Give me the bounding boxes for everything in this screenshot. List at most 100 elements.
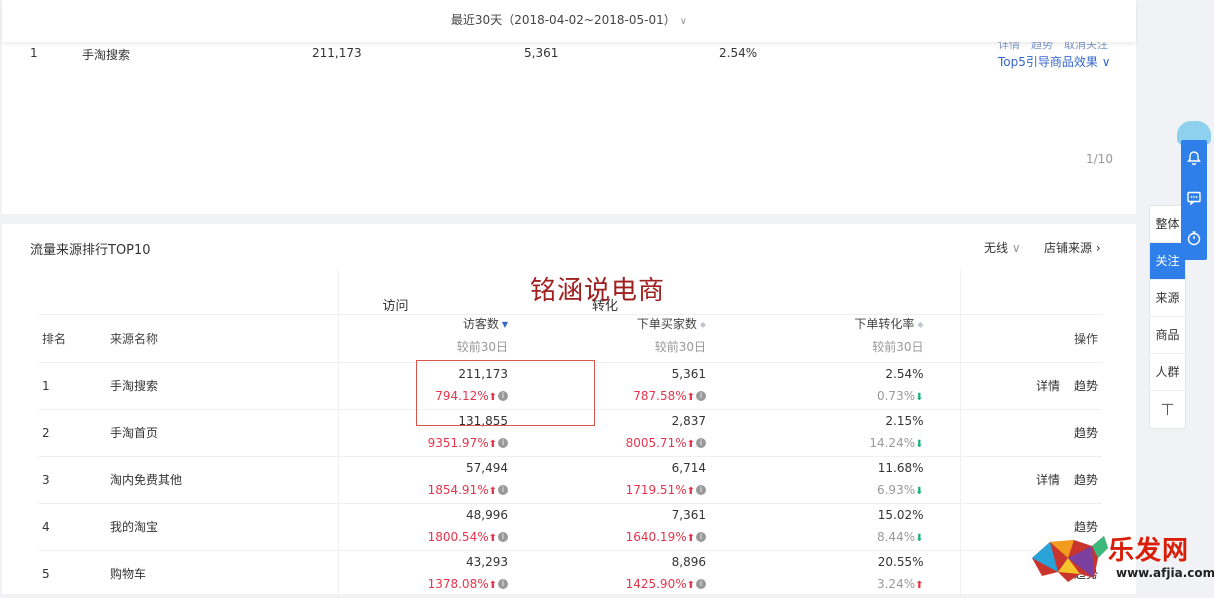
col-header-visitors[interactable]: 访客数 ▼ 较前30日 (337, 314, 544, 363)
trend-link[interactable]: 趋势 (1074, 426, 1098, 440)
rate-value: 2.54% (885, 366, 924, 381)
buyers-value: 8,896 (671, 554, 706, 569)
visitors-delta: 9351.97%⬆ i (339, 432, 508, 456)
message-icon[interactable] (1181, 180, 1207, 220)
visitors-cell: 211,173 (312, 46, 362, 60)
top5-products-link[interactable]: Top5引导商品效果 ∨ (998, 53, 1111, 70)
visitors-cell: 57,494 1854.91%⬆ i (337, 456, 544, 504)
device-filter-dropdown[interactable]: 无线 ∨ (984, 239, 1021, 256)
visitors-value: 43,293 (466, 554, 508, 569)
info-icon[interactable]: i (498, 532, 508, 542)
rate-delta: 0.73%⬇ (742, 385, 924, 409)
visitors-delta-value: 1378.08% (427, 576, 489, 591)
info-icon[interactable]: i (696, 579, 706, 589)
col-header-rank: 排名 (38, 314, 90, 363)
visitors-delta: 1378.08%⬆ i (339, 573, 508, 597)
visitors-value: 57,494 (466, 460, 508, 475)
info-icon[interactable]: i (696, 391, 706, 401)
arrow-down-icon: ⬇ (915, 438, 924, 450)
compare-label: 较前30日 (872, 339, 924, 354)
info-icon[interactable]: i (498, 438, 508, 448)
compare-label: 较前30日 (456, 339, 508, 354)
arrow-up-icon: ⬆ (488, 438, 497, 450)
store-source-link[interactable]: 店铺来源 › (1044, 239, 1101, 256)
visitors-cell: 43,293 1378.08%⬆ i (337, 550, 544, 598)
col-rate-label: 下单转化率 (854, 316, 915, 331)
table-row: 3 淘内免费其他 57,494 1854.91%⬆ i 6,714 1719.51%⬆ i 11… (38, 456, 1102, 504)
side-nav-item[interactable]: 人群 (1150, 354, 1185, 391)
col-header-rate[interactable]: 下单转化率 ◆ 较前30日 (742, 314, 960, 363)
rate-cell: 20.55% 3.24%⬆ (742, 550, 960, 598)
panel-title: 流量来源排行TOP10 (30, 243, 151, 258)
side-nav-item[interactable]: 整体 (1150, 206, 1185, 243)
detail-link[interactable]: 详情 (1036, 379, 1060, 393)
arrow-down-icon: ⬇ (915, 532, 924, 544)
rank-cell: 1 (38, 362, 90, 410)
col-visitors-label: 访客数 (462, 316, 499, 331)
group-header-visit: 访问 (337, 270, 544, 315)
date-range-label: 最近30天（2018-04-02~2018-05-01） (450, 13, 676, 27)
rate-cell: 2.54% 0.73%⬇ (742, 362, 960, 410)
date-range-selector[interactable]: 最近30天（2018-04-02~2018-05-01） ∨ (2, 0, 1136, 42)
pager[interactable]: 1/10 (1086, 152, 1113, 166)
watermark: 铭涵说电商 (530, 276, 666, 306)
col-header-buyers[interactable]: 下单买家数 ◆ 较前30日 (544, 314, 742, 363)
timer-icon[interactable] (1181, 220, 1207, 260)
source-cell: 淘内免费其他 (90, 456, 338, 504)
sort-icon[interactable]: ◆ (917, 320, 923, 329)
detail-link[interactable]: 详情 (1036, 473, 1060, 487)
back-to-top-button[interactable]: ⊤ (1150, 391, 1185, 428)
store-source-label: 店铺来源 (1044, 241, 1093, 255)
arrow-up-icon: ⬆ (915, 579, 924, 591)
trend-link[interactable]: 趋势 (1074, 473, 1098, 487)
rank-cell: 5 (38, 550, 90, 598)
source-cell: 手淘搜索 (90, 362, 338, 410)
table-row: 5 购物车 43,293 1378.08%⬆ i 8,896 1425.90%⬆ i 20.55… (38, 550, 1102, 598)
trend-link[interactable]: 趋势 (1074, 379, 1098, 393)
bell-icon[interactable] (1181, 140, 1207, 180)
visitors-delta-value: 1800.54% (427, 529, 489, 544)
logo-brand: 乐发网 (1108, 536, 1190, 566)
arrow-up-icon: ⬆ (686, 438, 695, 450)
rate-cell: 2.15% 14.24%⬇ (742, 409, 960, 457)
arrow-up-icon: ⬆ (686, 391, 695, 403)
rate-delta-value: 14.24% (869, 435, 916, 450)
site-logo-watermark: 乐发网 www.afjia.com (1028, 528, 1214, 594)
device-filter-label: 无线 (984, 241, 1009, 255)
source-cell: 我的淘宝 (90, 503, 338, 551)
source-cell: 手淘搜索 (82, 48, 131, 62)
rate-delta: 6.93%⬇ (742, 479, 924, 503)
buyers-delta: 1640.19%⬆ i (544, 526, 706, 550)
arrow-up-icon: ⬆ (488, 485, 497, 497)
rate-delta-value: 3.24% (876, 576, 916, 591)
buyers-value: 7,361 (671, 507, 706, 522)
visitors-delta: 1800.54%⬆ i (339, 526, 508, 550)
ops-cell: 详情 趋势 (959, 362, 1102, 410)
top5-label: Top5引导商品效果 (998, 55, 1098, 69)
info-icon[interactable]: i (696, 485, 706, 495)
logo-url: www.afjia.com (1116, 566, 1214, 580)
rate-delta-value: 0.73% (876, 388, 916, 403)
side-nav-item[interactable]: 来源 (1150, 280, 1185, 317)
info-icon[interactable]: i (696, 532, 706, 542)
side-nav-item[interactable]: 关注 (1150, 243, 1185, 280)
sort-icon[interactable]: ◆ (700, 320, 706, 329)
col-header-ops: 操作 (959, 314, 1102, 363)
table-row: 1 手淘搜索 211,173 5,361 2.54% (2, 46, 1136, 62)
rate-value: 11.68% (877, 460, 924, 475)
float-toolbar (1181, 140, 1207, 260)
arrow-up-icon: ⬆ (686, 532, 695, 544)
visitors-delta: 1854.91%⬆ i (339, 479, 508, 503)
info-icon[interactable]: i (696, 438, 706, 448)
buyers-delta: 1425.90%⬆ i (544, 573, 706, 597)
arrow-up-icon: ⬆ (488, 579, 497, 591)
info-icon[interactable]: i (498, 485, 508, 495)
buyers-cell: 7,361 1640.19%⬆ i (544, 503, 742, 551)
bull-logo-icon (1032, 536, 1108, 582)
arrow-up-icon: ⬆ (686, 485, 695, 497)
visitors-cell: 48,996 1800.54%⬆ i (337, 503, 544, 551)
info-icon[interactable]: i (498, 579, 508, 589)
side-nav-item[interactable]: 商品 (1150, 317, 1185, 354)
sort-desc-icon[interactable]: ▼ (502, 320, 508, 329)
chevron-right-icon: › (1095, 241, 1101, 255)
